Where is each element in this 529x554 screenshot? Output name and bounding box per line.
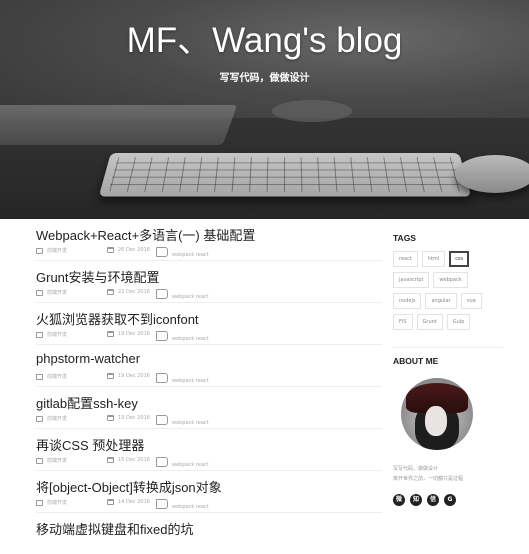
tag-grunt[interactable]: Grunt [416, 314, 443, 330]
post-meta: 前端开发 26 Dec 2016 webpack react [36, 247, 382, 258]
post-item: 将[object-Object]转换成json对象 前端开发 14 Dec 20… [36, 471, 382, 513]
post-tags[interactable]: webpack react [172, 462, 209, 468]
post-date: 22 Dec 2016 [118, 289, 150, 295]
post-category[interactable]: 前端开发 [47, 415, 67, 422]
tag-icon [156, 331, 168, 341]
weibo-icon[interactable]: 微 [393, 494, 405, 506]
post-tags[interactable]: webpack react [172, 252, 209, 258]
tag-cloud: react html css javascript webpack nodejs… [393, 251, 503, 335]
folder-icon [36, 289, 43, 296]
post-item: phpstorm-watcher 前端开发 19 Dec 2016 webpac… [36, 345, 382, 387]
post-meta: 前端开发 19 Dec 2016 webpack react [36, 331, 382, 342]
post-category[interactable]: 前端开发 [47, 457, 67, 464]
site-title[interactable]: MF、Wang's blog [0, 12, 529, 63]
about-line: 离开世界之前，一切都只是过程 [393, 476, 464, 482]
post-list: Webpack+React+多语言(一) 基础配置 前端开发 26 Dec 20… [36, 219, 382, 554]
folder-icon [36, 415, 43, 422]
tag-gulp[interactable]: Gulp [446, 314, 471, 330]
post-tags[interactable]: webpack react [172, 336, 209, 342]
calendar-icon [107, 373, 114, 379]
post-tags[interactable]: webpack react [172, 294, 209, 300]
post-title-link[interactable]: 将[object-Object]转换成json对象 [36, 477, 222, 496]
tag-icon [156, 247, 168, 257]
tag-webpack[interactable]: webpack [433, 272, 468, 288]
tag-angular[interactable]: angular [425, 293, 457, 309]
post-category[interactable]: 前端开发 [47, 331, 67, 338]
post-item: 再谈CSS 预处理器 前端开发 15 Dec 2016 webpack reac… [36, 429, 382, 471]
folder-icon [36, 499, 43, 506]
post-category[interactable]: 前端开发 [47, 289, 67, 296]
post-category[interactable]: 前端开发 [47, 247, 67, 254]
post-item: gitlab配置ssh-key 前端开发 19 Dec 2016 webpack… [36, 387, 382, 429]
post-meta: 前端开发 19 Dec 2016 webpack react [36, 373, 382, 384]
divider [393, 347, 503, 348]
post-category[interactable]: 前端开发 [47, 499, 67, 506]
calendar-icon [107, 331, 114, 337]
calendar-icon [107, 415, 114, 421]
about-text: 写写代码，做做设计 离开世界之前，一切都只是过程 [393, 464, 503, 484]
tag-icon [156, 415, 168, 425]
post-date: 14 Dec 2016 [118, 499, 150, 505]
post-meta: 前端开发 14 Dec 2016 webpack react [36, 499, 382, 510]
wechat-icon[interactable]: 信 [427, 494, 439, 506]
folder-icon [36, 247, 43, 254]
folder-icon [36, 457, 43, 464]
post-tags[interactable]: webpack react [172, 504, 209, 510]
tag-icon [156, 373, 168, 383]
avatar [401, 378, 473, 450]
zhihu-icon[interactable]: 知 [410, 494, 422, 506]
post-title-link[interactable]: 火狐浏览器获取不到iconfont [36, 309, 199, 328]
post-title-link[interactable]: 再谈CSS 预处理器 [36, 435, 144, 454]
calendar-icon [107, 289, 114, 295]
post-item: Webpack+React+多语言(一) 基础配置 前端开发 26 Dec 20… [36, 219, 382, 261]
post-date: 19 Dec 2016 [118, 331, 150, 337]
tag-icon [156, 499, 168, 509]
about-heading: ABOUT ME [393, 356, 439, 366]
post-title-link[interactable]: phpstorm-watcher [36, 351, 140, 366]
post-tags[interactable]: webpack react [172, 420, 209, 426]
tag-icon [156, 289, 168, 299]
hero-header: MF、Wang's blog 写写代码，做做设计 [0, 0, 529, 219]
calendar-icon [107, 457, 114, 463]
tag-javascript[interactable]: javascript [393, 272, 430, 288]
post-date: 15 Dec 2016 [118, 457, 150, 463]
calendar-icon [107, 247, 114, 253]
tag-fis[interactable]: FIS [393, 314, 413, 330]
calendar-icon [107, 499, 114, 505]
site-subtitle: 写写代码，做做设计 [219, 73, 310, 84]
tags-heading: TAGS [393, 233, 416, 243]
tag-nodejs[interactable]: nodejs [393, 293, 422, 309]
folder-icon [36, 373, 43, 380]
post-date: 19 Dec 2016 [118, 415, 150, 421]
post-title-link[interactable]: Webpack+React+多语言(一) 基础配置 [36, 225, 255, 244]
tag-react[interactable]: react [393, 251, 418, 267]
about-line: 写写代码，做做设计 [393, 466, 439, 472]
post-meta: 前端开发 22 Dec 2016 webpack react [36, 289, 382, 300]
post-item: Grunt安装与环境配置 前端开发 22 Dec 2016 webpack re… [36, 261, 382, 303]
tag-vue[interactable]: vue [460, 293, 482, 309]
tag-icon [156, 457, 168, 467]
post-meta: 前端开发 19 Dec 2016 webpack react [36, 415, 382, 426]
post-title-link[interactable]: Grunt安装与环境配置 [36, 267, 160, 286]
post-category[interactable]: 前端开发 [47, 373, 67, 380]
tag-html[interactable]: html [421, 251, 446, 267]
post-date: 26 Dec 2016 [118, 247, 150, 253]
folder-icon [36, 331, 43, 338]
sidebar: TAGS react html css javascript webpack n… [393, 219, 503, 506]
post-item: 火狐浏览器获取不到iconfont 前端开发 19 Dec 2016 webpa… [36, 303, 382, 345]
post-title-link[interactable]: gitlab配置ssh-key [36, 393, 138, 412]
tag-css[interactable]: css [449, 251, 470, 267]
post-tags[interactable]: webpack react [172, 378, 209, 384]
post-date: 19 Dec 2016 [118, 373, 150, 379]
social-links: 微 知 信 G [393, 494, 503, 506]
post-meta: 前端开发 15 Dec 2016 webpack react [36, 457, 382, 468]
post-item: 移动端虚拟键盘和fixed的坑 [36, 513, 382, 554]
github-icon[interactable]: G [444, 494, 456, 506]
